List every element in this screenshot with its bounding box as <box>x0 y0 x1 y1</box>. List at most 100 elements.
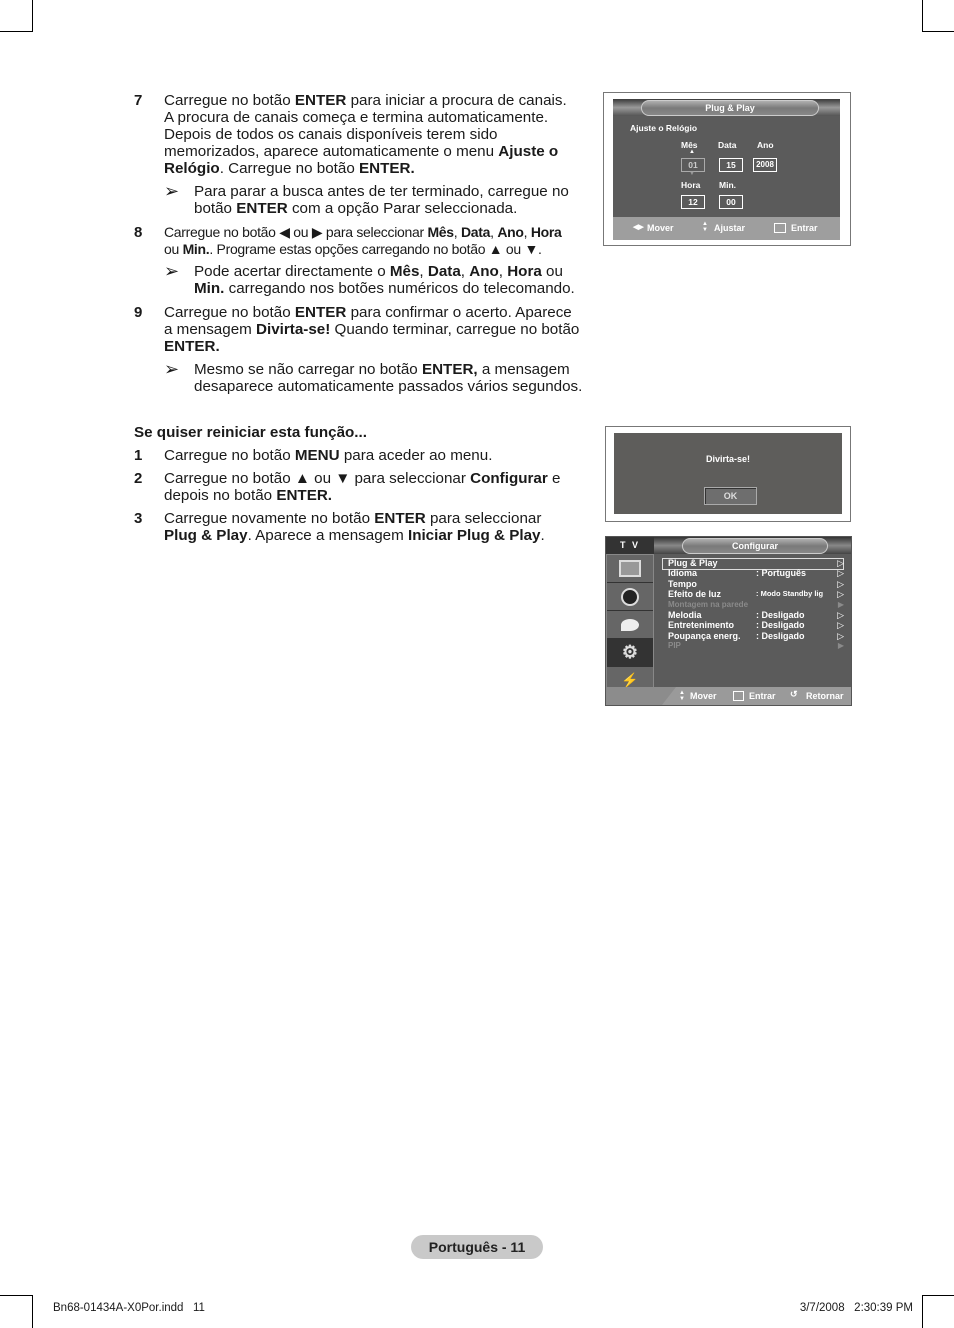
chevron-right-icon: ▷ <box>837 568 844 579</box>
year-field[interactable]: 2008 <box>753 158 777 172</box>
step-text: Carregue no botão ENTER para iniciar a p… <box>164 92 567 177</box>
menu-item-label: Plug & Play <box>668 558 718 568</box>
menu-item-label: PIP <box>668 641 681 651</box>
step-number: 1 <box>134 447 143 464</box>
sidebar-channel[interactable] <box>607 611 653 639</box>
menu-item[interactable]: Melodia : Desligado ▷ <box>668 610 844 620</box>
message-text: Divirta-se! <box>705 454 750 464</box>
step-number: 2 <box>134 470 143 487</box>
move-hint: Mover <box>647 223 674 233</box>
step-number: 9 <box>134 304 143 321</box>
menu-item-value: : Modo Standby lig <box>756 589 824 599</box>
sidebar-sound[interactable] <box>607 583 653 611</box>
return-icon: ↺ <box>790 689 798 699</box>
clock-osd: Plug & Play Ajuste o Relógio Mês ▲ Data … <box>613 99 840 240</box>
minute-label: Min. <box>719 180 736 190</box>
source-label: T V <box>606 537 654 554</box>
menu-item-label: Poupança energ. <box>668 630 741 641</box>
menu-item-label: Entretenimento <box>668 620 735 631</box>
crop-mark-bottom-left <box>0 1295 33 1328</box>
section-heading: Se quiser reiniciar esta função... <box>134 424 367 441</box>
osd-footer: ◀▶ Mover ▲ ▼ Ajustar Entrar <box>613 217 840 240</box>
osd-title: Plug & Play <box>641 100 819 116</box>
menu-item-value: : Português <box>756 568 807 579</box>
month-field[interactable]: 01 <box>681 158 705 172</box>
down-arrow-icon: ▼ <box>689 171 695 177</box>
step-number: 3 <box>134 510 143 527</box>
page-number-badge: Português - 11 <box>411 1235 543 1259</box>
channel-icon <box>621 618 639 631</box>
step-text: Carregue no botão ◀ ou ▶ para selecciona… <box>164 224 562 257</box>
sidebar-setup[interactable]: ⚙ <box>607 639 653 667</box>
setup-footer: ▲ ▼ Mover Entrar ↺ Retornar <box>606 687 851 705</box>
menu-item-label: Efeito de luz <box>668 589 722 600</box>
chevron-right-icon: ▷ <box>837 630 844 641</box>
setup-list: Plug & Play ▷ Idioma: Português ▷ Tempo ▷ Efei… <box>656 558 846 678</box>
step-text: Carregue no botão ENTER para confirmar o… <box>164 304 580 355</box>
setup-title: Configurar <box>682 538 828 554</box>
sound-icon <box>621 587 639 606</box>
enter-icon <box>774 223 786 233</box>
date-field[interactable]: 15 <box>719 158 743 172</box>
menu-item[interactable]: Idioma : Português ▷ <box>668 568 844 578</box>
step-note: Para parar a busca antes de ter terminad… <box>194 183 569 217</box>
left-right-icon: ◀▶ <box>633 224 644 231</box>
chevron-right-icon: ▷ <box>837 578 844 589</box>
date-label: Data <box>718 140 737 150</box>
menu-item[interactable]: Plug & Play ▷ <box>668 558 844 568</box>
step-number: 7 <box>134 92 143 109</box>
chevron-right-icon: ▷ <box>837 620 844 631</box>
menu-item: PIP ▶ <box>668 641 844 651</box>
menu-item-value: : Desligado <box>756 620 805 631</box>
note-arrow-icon: ➢ <box>164 181 180 201</box>
up-arrow-icon: ▲ <box>689 149 695 155</box>
menu-item[interactable]: Tempo ▷ <box>668 579 844 589</box>
crop-mark-top-left <box>0 0 33 32</box>
step-note: Pode acertar directamente o Mês, Data, A… <box>194 263 575 297</box>
crop-mark-top-right <box>922 0 954 32</box>
setup-sidebar: ⚙ ⚡ <box>606 554 654 696</box>
menu-item-label: Tempo <box>668 578 697 589</box>
menu-item-label: Melodia <box>668 610 702 620</box>
step-text: Carregue no botão ▲ ou ▼ para selecciona… <box>164 470 561 504</box>
osd-subtitle: Ajuste o Relógio <box>630 123 698 133</box>
menu-item-value: : Desligado <box>756 610 805 620</box>
note-arrow-icon: ➢ <box>164 359 180 379</box>
menu-item-label: Idioma <box>668 568 698 579</box>
chevron-right-icon: ▶ <box>837 599 844 609</box>
minute-field[interactable]: 00 <box>719 195 743 209</box>
setup-icon: ⚙ <box>621 642 639 662</box>
hour-field[interactable]: 12 <box>681 195 705 209</box>
up-down-icon: ▲ ▼ <box>702 221 708 233</box>
message-screenshot: Divirta-se! OK <box>605 426 851 522</box>
enter-hint: Entrar <box>791 223 818 233</box>
menu-item-value: : Desligado <box>756 630 805 641</box>
step-text: Carregue novamente no botão ENTER para s… <box>164 510 545 544</box>
chevron-right-icon: ▷ <box>837 589 844 600</box>
chevron-right-icon: ▷ <box>837 558 844 568</box>
crop-mark-bottom-right <box>922 1295 954 1328</box>
menu-item[interactable]: Efeito de luz : Modo Standby lig ▷ <box>668 589 844 599</box>
print-file-name: Bn68-01434A-X0Por.indd 11 <box>53 1302 205 1314</box>
clock-setup-screenshot: Plug & Play Ajuste o Relógio Mês ▲ Data … <box>603 92 851 246</box>
picture-icon <box>619 560 641 577</box>
ok-button[interactable]: OK <box>704 487 757 505</box>
return-hint: Retornar <box>806 691 844 701</box>
step-note: Mesmo se não carregar no botão ENTER, a … <box>194 361 583 395</box>
hour-label: Hora <box>681 180 701 190</box>
sidebar-picture[interactable] <box>607 555 653 583</box>
step-text: Carregue no botão MENU para aceder ao me… <box>164 447 493 464</box>
chevron-right-icon: ▷ <box>837 610 844 620</box>
menu-item[interactable]: Poupança energ. : Desligado ▷ <box>668 631 844 641</box>
year-label: Ano <box>757 140 774 150</box>
up-down-icon: ▲ ▼ <box>679 690 685 702</box>
menu-item[interactable]: Entretenimento : Desligado ▷ <box>668 620 844 630</box>
note-arrow-icon: ➢ <box>164 261 180 281</box>
footer-shape <box>606 687 676 705</box>
setup-menu-screenshot: T V Configurar ⚙ ⚡ Plug & Play ▷ Idioma : P… <box>605 536 852 706</box>
menu-item-label: Montagem na parede <box>668 599 749 609</box>
adjust-hint: Ajustar <box>714 223 746 233</box>
chevron-right-icon: ▶ <box>837 641 844 651</box>
enter-icon <box>733 691 744 701</box>
message-osd: Divirta-se! OK <box>614 433 842 514</box>
